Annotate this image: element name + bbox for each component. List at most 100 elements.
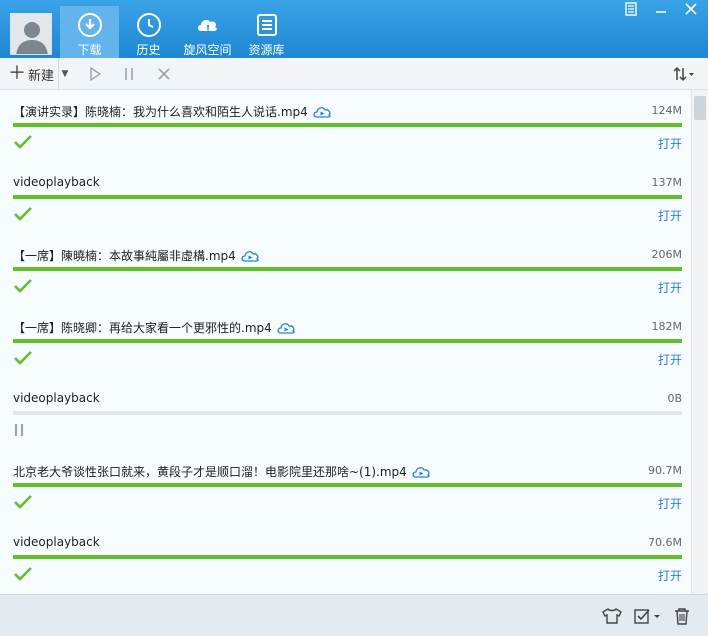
sort-button[interactable] [670, 58, 698, 90]
download-title: videoplayback [13, 535, 100, 549]
tab-label: 历史 [136, 43, 161, 57]
tab-download[interactable]: 下载 [60, 6, 119, 58]
download-size: 182M [651, 320, 683, 333]
user-avatar[interactable] [10, 13, 52, 55]
download-item[interactable]: 【演讲实录】陈晓楠：我为什么喜欢和陌生人说话.mp4 124M 打开 [0, 90, 690, 162]
shirt-icon [602, 608, 622, 624]
new-task-dropdown[interactable]: ▼ [58, 58, 70, 90]
cloud-play-icon[interactable] [312, 105, 332, 119]
pause-icon[interactable] [13, 421, 33, 439]
recycle-bin-button[interactable] [673, 605, 691, 627]
download-size: 124M [651, 104, 683, 117]
skin-shirt-button[interactable] [601, 605, 623, 627]
download-title-row: videoplayback [13, 175, 100, 189]
cloud-play-icon[interactable] [411, 465, 431, 479]
checkmark-icon [14, 135, 32, 149]
tab-label: 资源库 [248, 43, 285, 57]
notes-icon [625, 2, 637, 16]
open-file-link[interactable]: 打开 [658, 279, 682, 296]
tab-label: 旋风空间 [183, 43, 232, 57]
cloud-play-icon[interactable] [240, 249, 260, 263]
cloud-icon [197, 19, 217, 34]
download-item[interactable]: 北京老大爷谈性张口就来，黄段子才是顺口溜！电影院里还那啥~(1).mp4 90.7… [0, 450, 690, 522]
plus-icon: ＋ [8, 63, 26, 84]
download-title-row: videoplayback [13, 535, 100, 549]
app-window: 下载 历史 旋风空间 资源库 ＋ 新建 ▼ 【演讲实录】陈晓楠：我为什么喜欢和陌… [0, 0, 708, 636]
delete-task-button[interactable] [155, 58, 173, 90]
close-button[interactable] [680, 0, 702, 18]
minimize-icon [656, 11, 666, 13]
download-size: 0B [667, 392, 682, 405]
batch-select-button[interactable] [633, 605, 663, 627]
download-title-row: 【一席】陳曉楠：本故事純屬非虛構.mp4 [13, 247, 260, 264]
pause-button[interactable] [120, 58, 138, 90]
open-file-link[interactable]: 打开 [658, 135, 682, 152]
download-title-row: 【演讲实录】陈晓楠：我为什么喜欢和陌生人说话.mp4 [13, 103, 332, 120]
progress-bar [13, 339, 682, 343]
checkmark-icon [14, 495, 32, 509]
download-item[interactable]: 【一席】陈晓卿：再给大家看一个更邪性的.mp4 182M 打开 [0, 306, 690, 378]
download-title: 【一席】陈晓卿：再给大家看一个更邪性的.mp4 [13, 321, 272, 335]
cross-icon [158, 68, 170, 80]
checkmark-icon [14, 351, 32, 365]
pause-icon [125, 68, 133, 80]
download-item[interactable]: videoplayback 0B [0, 378, 690, 450]
progress-fill [13, 267, 682, 271]
download-list: 【演讲实录】陈晓楠：我为什么喜欢和陌生人说话.mp4 124M 打开 videopla… [0, 90, 708, 594]
tab-cloud-space[interactable]: 旋风空间 [178, 6, 237, 58]
progress-fill [13, 483, 682, 487]
download-title: 【演讲实录】陈晓楠：我为什么喜欢和陌生人说话.mp4 [13, 105, 308, 119]
minimize-button[interactable] [650, 0, 672, 18]
skin-button[interactable] [620, 0, 642, 18]
sort-icon [673, 66, 694, 82]
trash-icon [675, 608, 689, 625]
progress-fill [13, 555, 682, 559]
scrollbar[interactable] [691, 90, 708, 594]
caret-down-icon: ▼ [61, 69, 69, 79]
window-controls [620, 0, 702, 18]
progress-bar [13, 555, 682, 559]
open-file-link[interactable]: 打开 [658, 207, 682, 224]
open-file-link[interactable]: 打开 [658, 567, 682, 584]
progress-bar [13, 483, 682, 487]
download-item[interactable]: videoplayback 70.6M 打开 [0, 522, 690, 594]
open-file-link[interactable]: 打开 [658, 495, 682, 512]
progress-fill [13, 195, 682, 199]
download-title-row: 【一席】陈晓卿：再给大家看一个更邪性的.mp4 [13, 319, 296, 336]
progress-fill [13, 123, 682, 127]
download-icon [77, 13, 102, 37]
library-icon [256, 14, 277, 36]
tab-library[interactable]: 资源库 [237, 6, 296, 58]
progress-bar [13, 123, 682, 127]
new-task-button[interactable]: ＋ 新建 [8, 58, 54, 90]
download-title: videoplayback [13, 391, 100, 405]
play-icon [90, 67, 101, 81]
progress-fill [13, 339, 682, 343]
title-bar: 下载 历史 旋风空间 资源库 [0, 0, 708, 58]
download-title: 【一席】陳曉楠：本故事純屬非虛構.mp4 [13, 249, 236, 263]
scrollbar-thumb[interactable] [694, 96, 706, 120]
download-title: 北京老大爷谈性张口就来，黄段子才是顺口溜！电影院里还那啥~(1).mp4 [13, 465, 407, 479]
start-button[interactable] [86, 58, 104, 90]
progress-bar [13, 195, 682, 199]
tab-label: 下载 [77, 43, 102, 57]
progress-bar [13, 267, 682, 271]
status-bar [0, 594, 708, 636]
close-icon [685, 3, 697, 15]
checkmark-icon [14, 207, 32, 221]
download-item[interactable]: 【一席】陳曉楠：本故事純屬非虛構.mp4 206M 打开 [0, 234, 690, 306]
download-title-row: videoplayback [13, 391, 100, 405]
progress-bar [13, 411, 682, 415]
tab-history[interactable]: 历史 [119, 6, 178, 58]
download-item[interactable]: videoplayback 137M 打开 [0, 162, 690, 234]
download-size: 206M [651, 248, 683, 261]
download-size: 137M [651, 176, 683, 189]
download-size: 90.7M [648, 464, 682, 477]
download-title-row: 北京老大爷谈性张口就来，黄段子才是顺口溜！电影院里还那啥~(1).mp4 [13, 463, 431, 480]
cloud-play-icon[interactable] [276, 321, 296, 335]
download-size: 70.6M [648, 536, 682, 549]
open-file-link[interactable]: 打开 [658, 351, 682, 368]
checkmark-icon [14, 567, 32, 581]
new-task-label: 新建 [28, 68, 55, 84]
checkbox-icon [634, 609, 660, 624]
